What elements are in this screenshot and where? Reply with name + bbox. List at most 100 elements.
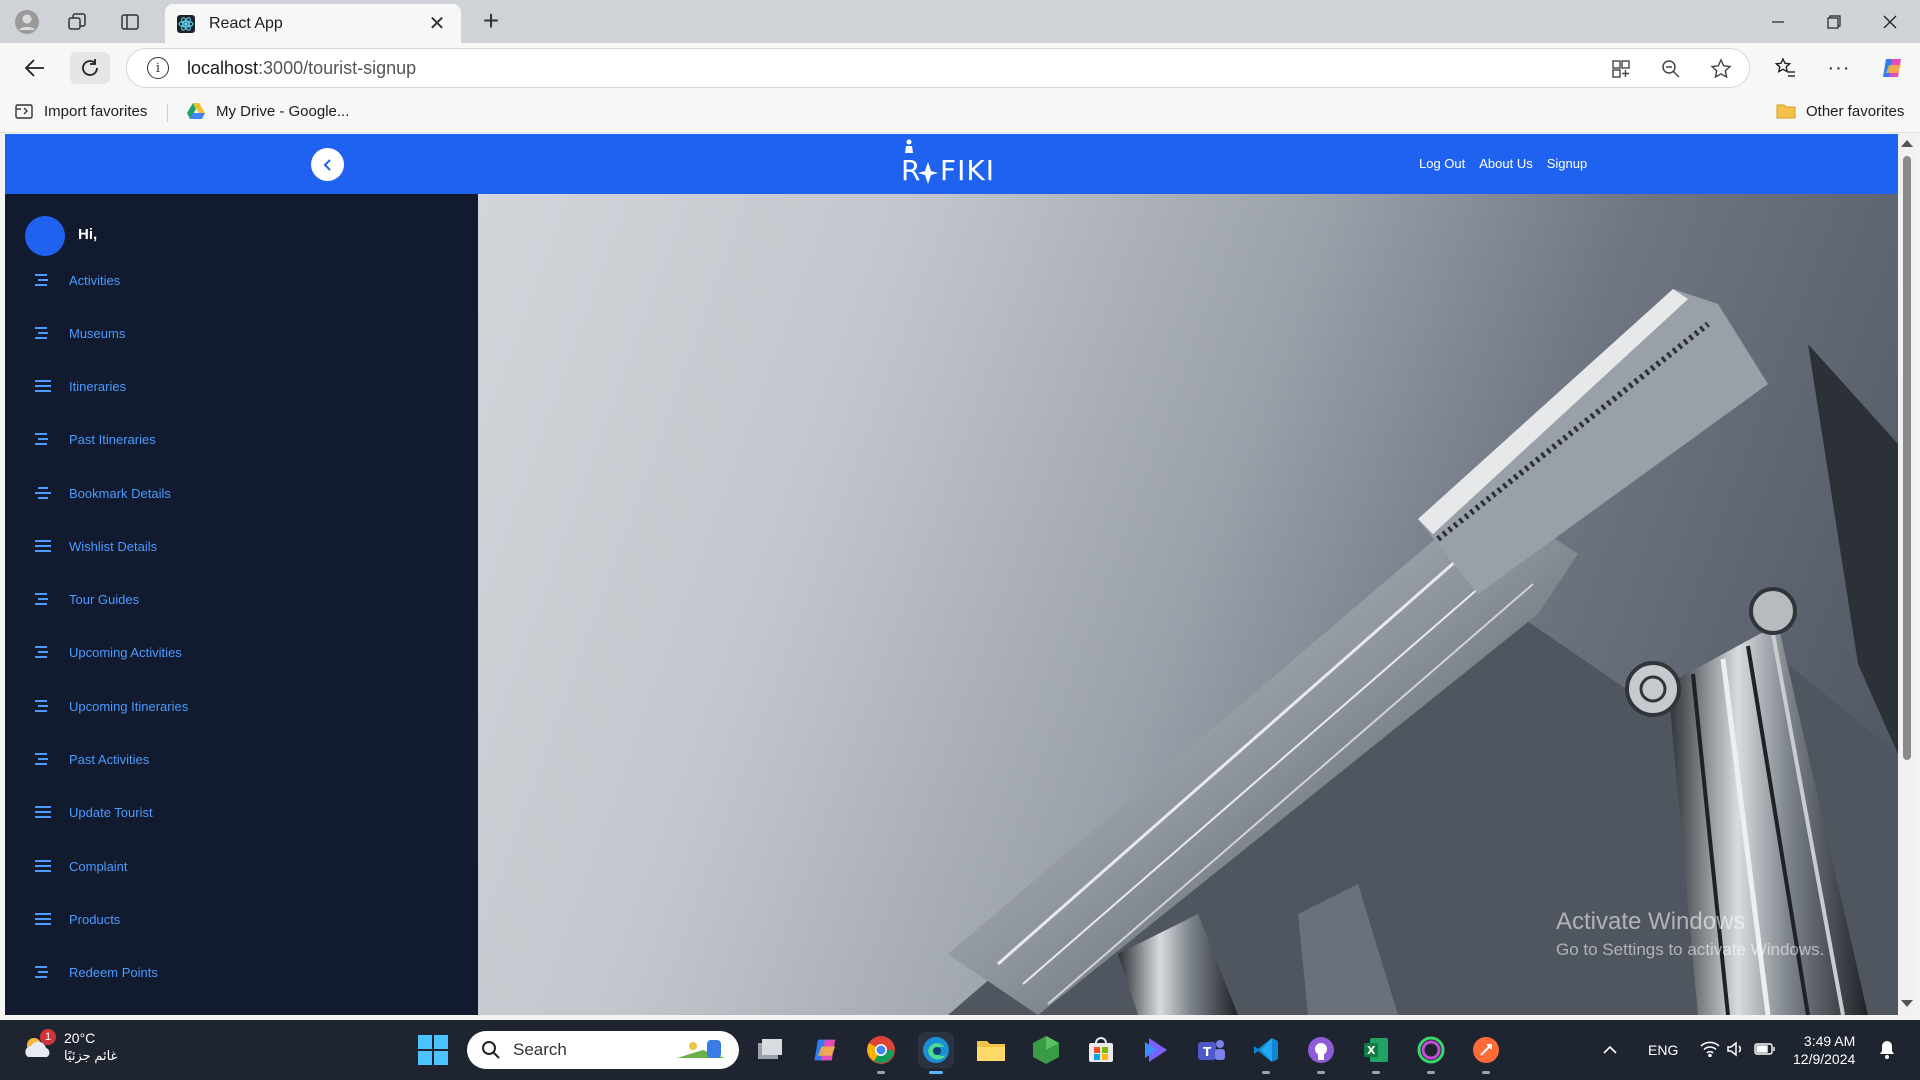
node-app-button[interactable] — [1028, 1032, 1064, 1068]
sidebar-item-activities[interactable]: Activities — [35, 270, 120, 290]
clipchamp-app-button[interactable] — [1138, 1032, 1174, 1068]
scroll-up-icon[interactable] — [1901, 140, 1913, 147]
hexagon-app-icon — [1033, 1036, 1059, 1064]
sidebar-item-update-tourist[interactable]: Update Tourist — [35, 802, 153, 822]
scrollbar-thumb[interactable] — [1903, 156, 1911, 760]
weather-widget[interactable]: 1 20°C غائم جزئيًا — [22, 1029, 117, 1064]
language-indicator[interactable]: ENG — [1648, 1042, 1678, 1058]
store-icon — [1089, 1037, 1113, 1062]
wifi-icon[interactable] — [1700, 1041, 1720, 1060]
copilot-app-button[interactable] — [808, 1032, 844, 1068]
close-tab-icon[interactable]: ✕ — [425, 11, 449, 36]
sidebar-toggle-button[interactable] — [311, 148, 344, 181]
restore-button[interactable] — [1806, 0, 1862, 43]
my-drive-link[interactable]: My Drive - Google... — [186, 102, 349, 120]
minimize-button[interactable] — [1750, 0, 1806, 43]
profile-icon[interactable] — [10, 8, 44, 36]
avatar[interactable] — [25, 216, 65, 256]
settings-more-icon[interactable]: ··· — [1822, 52, 1856, 84]
running-indicator — [877, 1071, 885, 1074]
sidebar-item-bookmark-details[interactable]: Bookmark Details — [35, 483, 171, 503]
sidebar-item-itineraries[interactable]: Itineraries — [35, 376, 126, 396]
close-window-button[interactable] — [1862, 0, 1918, 43]
running-indicator — [1372, 1071, 1380, 1074]
workspaces-icon[interactable] — [60, 8, 94, 36]
favorites-icon[interactable] — [1768, 52, 1802, 84]
sidebar-item-products[interactable]: Products — [35, 909, 120, 929]
vscode-app-button[interactable] — [1248, 1032, 1284, 1074]
copilot-icon[interactable] — [1876, 52, 1910, 84]
sidebar: Hi, Activities Museums Itineraries Past Iti… — [5, 194, 478, 1015]
battery-icon[interactable] — [1754, 1042, 1776, 1059]
teams-app-button[interactable]: T — [1193, 1032, 1229, 1068]
folder-app-icon — [977, 1041, 1005, 1061]
copilot-app-icon — [814, 1039, 836, 1061]
sidebar-item-past-activities[interactable]: Past Activities — [35, 749, 149, 769]
other-favorites-label: Other favorites — [1806, 102, 1905, 120]
temperature: 20°C — [64, 1030, 96, 1046]
signup-link[interactable]: Signup — [1547, 156, 1587, 171]
top-nav: Log Out About Us Signup — [1419, 156, 1587, 171]
site-info-icon[interactable]: i — [147, 57, 169, 79]
task-view-button[interactable] — [752, 1032, 788, 1068]
menu-lines-icon — [35, 753, 51, 765]
logo-letter-r: R — [901, 154, 922, 187]
taskbar-search[interactable]: Search — [467, 1031, 739, 1069]
file-explorer-button[interactable] — [973, 1032, 1009, 1068]
edge-app-button[interactable] — [918, 1032, 954, 1074]
volume-icon[interactable] — [1726, 1040, 1746, 1060]
tab-actions-icon[interactable] — [113, 8, 147, 36]
sidebar-item-redeem-points[interactable]: Redeem Points — [35, 962, 158, 982]
logout-link[interactable]: Log Out — [1419, 156, 1465, 171]
address-bar[interactable]: i localhost:3000/tourist-signup — [126, 48, 1750, 88]
my-drive-label: My Drive - Google... — [216, 102, 350, 120]
import-favorites-link[interactable]: Import favorites — [14, 102, 147, 120]
clock-time: 3:49 AM — [1803, 1033, 1856, 1049]
sidebar-item-museums[interactable]: Museums — [35, 323, 125, 343]
chrome-app-button[interactable] — [863, 1032, 899, 1074]
menu-lines-icon — [35, 860, 51, 872]
clock[interactable]: 3:49 AM 12/9/2024 — [1793, 1032, 1855, 1068]
menu-lines-icon — [35, 593, 51, 605]
task-view-icon — [758, 1039, 782, 1059]
about-us-link[interactable]: About Us — [1479, 156, 1532, 171]
sidebar-item-wishlist-details[interactable]: Wishlist Details — [35, 536, 157, 556]
browser-tab-bar: React App ✕ + — [0, 0, 1920, 43]
chrome-icon — [867, 1036, 895, 1064]
page-scrollbar[interactable] — [1898, 134, 1915, 1015]
sidebar-item-label: Upcoming Activities — [69, 644, 182, 660]
watermark-title: Activate Windows — [1556, 908, 1746, 935]
import-icon — [14, 102, 34, 120]
running-indicator — [1482, 1071, 1490, 1074]
zoom-icon[interactable] — [1657, 56, 1685, 82]
system-tray: ENG — [1598, 1020, 1776, 1080]
sidebar-item-tour-guides[interactable]: Tour Guides — [35, 589, 139, 609]
sidebar-item-label: Past Activities — [69, 751, 150, 767]
windows-taskbar: 1 20°C غائم جزئيًا Search T X ENG 3:49 A… — [0, 1020, 1920, 1080]
new-tab-button[interactable]: + — [474, 5, 508, 36]
favorite-star-icon[interactable] — [1707, 56, 1735, 82]
sidebar-item-label: Upcoming Itineraries — [69, 698, 189, 714]
start-button[interactable] — [418, 1035, 448, 1065]
other-favorites-link[interactable]: Other favorites — [1776, 102, 1904, 120]
github-desktop-button[interactable] — [1303, 1032, 1339, 1074]
postman-app-button[interactable] — [1468, 1032, 1504, 1074]
scroll-down-icon[interactable] — [1901, 1000, 1913, 1007]
sidebar-item-complaint[interactable]: Complaint — [35, 856, 128, 876]
windows-logo-icon — [418, 1035, 448, 1065]
sidebar-item-label: Bookmark Details — [69, 485, 171, 501]
back-button[interactable] — [18, 52, 52, 84]
sidebar-item-upcoming-itineraries[interactable]: Upcoming Itineraries — [35, 696, 188, 716]
store-app-button[interactable] — [1083, 1032, 1119, 1068]
sidebar-item-past-itineraries[interactable]: Past Itineraries — [35, 429, 156, 449]
app-available-icon[interactable] — [1607, 56, 1635, 82]
refresh-button[interactable] — [70, 52, 110, 84]
excel-app-button[interactable]: X — [1358, 1032, 1394, 1074]
partly-cloudy-icon: 1 — [22, 1029, 56, 1061]
notification-bell-icon[interactable] — [1878, 1040, 1896, 1065]
show-hidden-icons[interactable] — [1598, 1045, 1622, 1055]
sidebar-item-upcoming-activities[interactable]: Upcoming Activities — [35, 642, 182, 662]
ring-app-button[interactable] — [1413, 1032, 1449, 1074]
tab-react-app[interactable]: React App ✕ — [165, 4, 461, 43]
rafiki-logo[interactable]: R FIKI — [901, 138, 1001, 190]
